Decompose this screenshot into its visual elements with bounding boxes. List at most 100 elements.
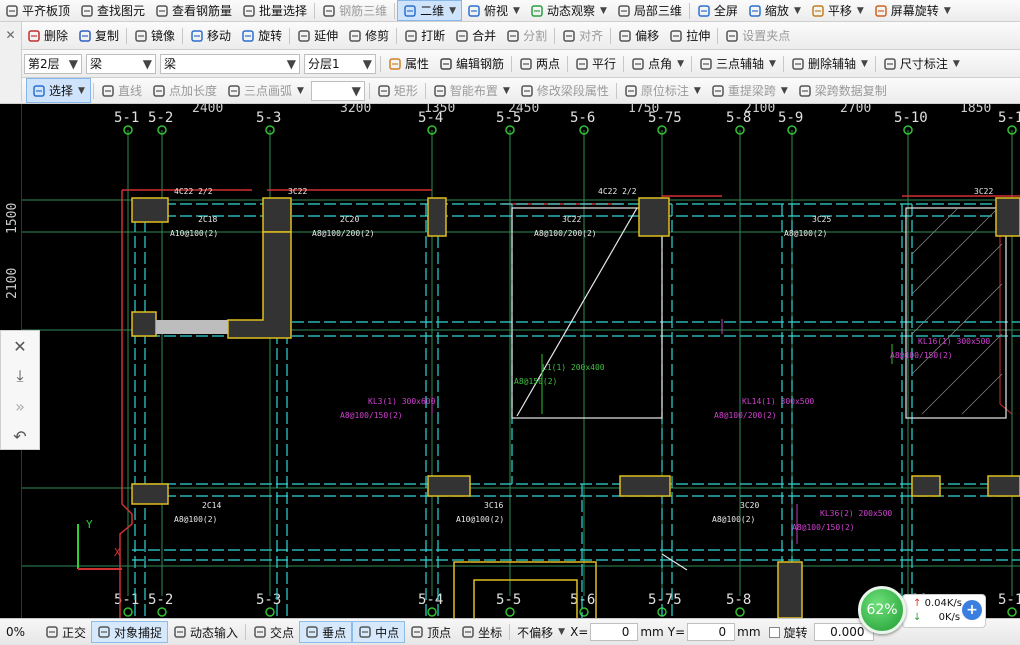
rotate-checkbox[interactable] — [768, 626, 780, 638]
beam-rebar-label[interactable]: A8@100/200(2) — [534, 229, 597, 238]
floor-select[interactable]: 第2层 ▼ — [24, 53, 82, 74]
plus-icon[interactable]: + — [962, 600, 982, 620]
beam-rebar-label[interactable]: A8@100(2) — [712, 515, 755, 524]
status-coordinate-toggle[interactable]: 坐标 — [456, 621, 507, 643]
btn-toolbar2-7[interactable]: 打断 — [399, 22, 450, 49]
btn-toolbar2-2[interactable]: 镜像 — [129, 22, 180, 49]
btn-toolbar1-8[interactable]: 局部三维 — [612, 0, 687, 21]
undo-icon[interactable]: ↶ — [1, 421, 39, 451]
btn-toolbar2-11[interactable]: 偏移 — [613, 22, 664, 49]
btn-toolbar3-4[interactable]: 点角 ▼ — [626, 50, 689, 77]
btn-toolbar2-4[interactable]: 旋转 — [236, 22, 287, 49]
btn-toolbar3-1[interactable]: 编辑钢筋 — [434, 50, 509, 77]
btn-toolbar4-6[interactable]: 修改梁段属性 — [515, 78, 614, 103]
beam-name-label[interactable]: L1(1) 200x400 — [542, 363, 605, 372]
btn-toolbar4-4[interactable]: 矩形 — [372, 78, 423, 103]
network-speed-widget[interactable]: ↑ 0.04K/s ↓ 0K/s 62% + — [858, 586, 988, 634]
beam-rebar-label[interactable]: A8@100(2) — [174, 515, 217, 524]
beam-name-label[interactable]: 2C14 — [202, 501, 221, 510]
beam-name-label[interactable]: 3C20 — [740, 501, 759, 510]
btn-toolbar2-6[interactable]: 修剪 — [343, 22, 394, 49]
status-midpoint-toggle[interactable]: 中点 — [352, 621, 406, 643]
btn-toolbar4-8[interactable]: 重提梁跨 ▼ — [706, 78, 793, 103]
axis-label: 5-3 — [256, 110, 281, 126]
element-select[interactable]: 梁 ▼ — [160, 53, 300, 74]
btn-toolbar4-1[interactable]: 直线 — [96, 78, 147, 103]
btn-toolbar1-10[interactable]: 缩放 ▼ — [743, 0, 806, 21]
btn-toolbar2-5[interactable]: 延伸 — [292, 22, 343, 49]
btn-toolbar2-13[interactable]: 设置夹点 — [720, 22, 795, 49]
beam-name-label[interactable]: KL3(1) 300x600 — [368, 397, 436, 406]
btn-toolbar1-5[interactable]: 二维 ▼ — [397, 0, 463, 21]
btn-toolbar4-7[interactable]: 原位标注 ▼ — [619, 78, 706, 103]
layer-select[interactable]: 分层1 ▼ — [304, 53, 376, 74]
btn-toolbar1-0[interactable]: 平齐板顶 — [0, 0, 75, 21]
beam-rebar-label[interactable]: A8@100/200(2) — [714, 411, 777, 420]
cad-drawing[interactable]: 2400 3200 1350 2450 1750 2100 2700 1850 5-15-15… — [22, 104, 1020, 618]
beam-rebar-label[interactable]: A10@100(2) — [456, 515, 504, 524]
btn-toolbar2-8[interactable]: 合并 — [450, 22, 501, 49]
close-icon[interactable]: ✕ — [1, 331, 39, 361]
beam-rebar-label[interactable]: A8@100/150(2) — [792, 523, 855, 532]
btn-toolbar4-0[interactable]: 选择 ▼ — [26, 78, 91, 103]
beam-rebar-label[interactable]: A8@150(2) — [514, 377, 557, 386]
beam-name-label[interactable]: KL16(1) 300x500 — [918, 337, 990, 346]
memory-usage-ball[interactable]: 62% — [858, 586, 906, 634]
y-coordinate-input[interactable]: 0 — [687, 623, 736, 641]
beam-name-label[interactable]: 3C22 — [562, 215, 581, 224]
download-icon[interactable]: ⤓ — [1, 361, 39, 391]
btn-toolbar1-9[interactable]: 全屏 — [692, 0, 743, 21]
x-coordinate-input[interactable]: 0 — [590, 623, 639, 641]
btn-toolbar2-10[interactable]: 对齐 — [557, 22, 608, 49]
btn-toolbar2-12[interactable]: 拉伸 — [664, 22, 715, 49]
btn-toolbar1-3[interactable]: 批量选择 — [237, 0, 312, 21]
status-ortho-toggle[interactable]: 正交 — [40, 621, 91, 643]
btn-toolbar4-9[interactable]: 梁跨数据复制 — [793, 78, 892, 103]
left-dimension: 2100 — [5, 268, 20, 299]
beam-name-label[interactable]: KL14(1) 300x500 — [742, 397, 814, 406]
btn-toolbar4-3[interactable]: 三点画弧 ▼ — [222, 78, 309, 103]
beam-rebar-label[interactable]: A10@100(2) — [170, 229, 218, 238]
beam-name-label[interactable]: 2C18 — [198, 215, 217, 224]
arc-mode-select[interactable]: ▼ — [310, 80, 365, 101]
btn-toolbar1-2[interactable]: 查看钢筋量 — [150, 0, 237, 21]
btn-toolbar3-5[interactable]: 三点辅轴 ▼ — [694, 50, 781, 77]
btn-toolbar4-5[interactable]: 智能布置 ▼ — [428, 78, 515, 103]
status-vertex-toggle[interactable]: 顶点 — [405, 621, 456, 643]
beam-name-label[interactable]: 3C25 — [812, 215, 831, 224]
btn-toolbar1-7[interactable]: 动态观察 ▼ — [525, 0, 612, 21]
btn-toolbar2-0[interactable]: 删除 — [22, 22, 73, 49]
beam-rebar-label[interactable]: A8@100/200(2) — [312, 229, 375, 238]
status-perpendicular-toggle[interactable]: 垂点 — [299, 621, 353, 643]
beam-name-label[interactable]: 2C20 — [340, 215, 359, 224]
separator — [509, 624, 511, 640]
btn-toolbar4-2[interactable]: 点加长度 — [147, 78, 222, 103]
btn-toolbar3-0[interactable]: 属性 — [383, 50, 434, 77]
beam-rebar-label[interactable]: A8@100(2) — [784, 229, 827, 238]
beam-rebar-label[interactable]: A8@100/150(2) — [890, 351, 953, 360]
drawing-canvas[interactable]: 2400 3200 1350 2450 1750 2100 2700 1850 5-1 5-1 5… — [22, 104, 1020, 618]
close-icon[interactable]: ✕ — [0, 28, 21, 42]
btn-toolbar2-1[interactable]: 复制 — [73, 22, 124, 49]
btn-toolbar2-9[interactable]: 分割 — [501, 22, 552, 49]
btn-toolbar3-2[interactable]: 两点 — [514, 50, 565, 77]
btn-toolbar1-12[interactable]: 屏幕旋转 ▼ — [869, 0, 956, 21]
btn-toolbar1-1[interactable]: 查找图元 — [75, 0, 150, 21]
beam-rebar-label[interactable]: A8@100/150(2) — [340, 411, 403, 420]
beam-name-label[interactable]: KL36(2) 200x500 — [820, 509, 892, 518]
btn-toolbar3-7[interactable]: 尺寸标注 ▼ — [878, 50, 965, 77]
double-chevron-icon[interactable]: » — [1, 391, 39, 421]
category-select[interactable]: 梁 ▼ — [86, 53, 156, 74]
status-intersection-toggle[interactable]: 交点 — [248, 621, 299, 643]
top-dimension: 2700 — [840, 104, 871, 116]
btn-toolbar1-4[interactable]: 钢筋三维 — [317, 0, 392, 21]
btn-toolbar1-6[interactable]: 俯视 ▼ — [462, 0, 525, 21]
status-object-snap-toggle[interactable]: 对象捕捉 — [91, 621, 169, 643]
btn-toolbar3-6[interactable]: 删除辅轴 ▼ — [786, 50, 873, 77]
beam-name-label[interactable]: 3C16 — [484, 501, 503, 510]
btn-toolbar3-3[interactable]: 平行 — [570, 50, 621, 77]
btn-toolbar2-3[interactable]: 移动 — [185, 22, 236, 49]
btn-toolbar1-11[interactable]: 平移 ▼ — [806, 0, 869, 21]
status-dynamic-input-toggle[interactable]: 动态输入 — [168, 621, 243, 643]
offset-mode-select[interactable]: 不偏移 ▼ — [512, 621, 570, 643]
